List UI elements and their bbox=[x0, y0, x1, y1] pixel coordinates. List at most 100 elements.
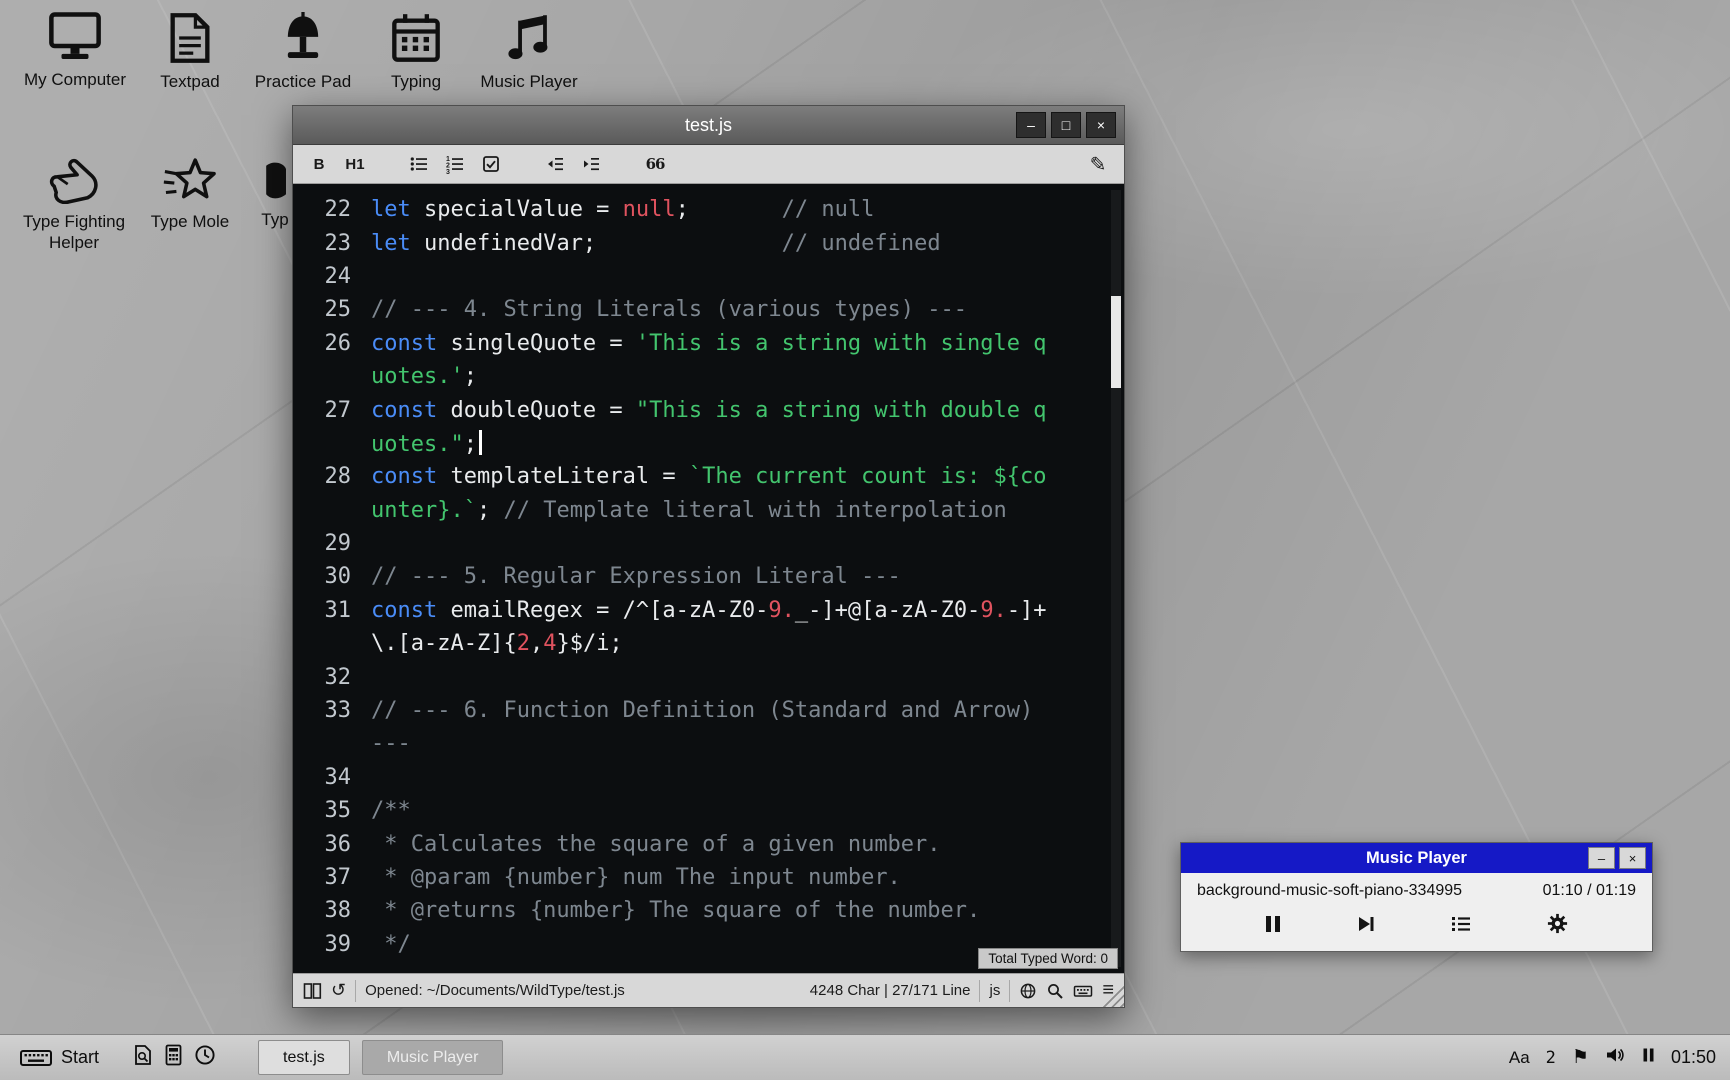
desktop: { "desktop": { "icons": [ {"label": "My … bbox=[0, 0, 1730, 1080]
start-button[interactable]: Start bbox=[14, 1044, 105, 1071]
music-player-window: Music Player – × background-music-soft-p… bbox=[1180, 842, 1653, 952]
bullet-list-button[interactable] bbox=[407, 151, 431, 177]
flag-icon[interactable]: ⚑ bbox=[1572, 1046, 1589, 1069]
desktop-icon-my-computer[interactable]: My Computer bbox=[20, 12, 130, 90]
taskbar-task-testjs[interactable]: test.js bbox=[258, 1040, 350, 1075]
code-row: 30// --- 5. Regular Expression Literal -… bbox=[307, 560, 1124, 593]
web-button[interactable] bbox=[1019, 982, 1037, 1000]
editor-statusbar: ↺ Opened: ~/Documents/WildType/test.js 4… bbox=[293, 973, 1124, 1007]
next-track-button[interactable] bbox=[1356, 914, 1376, 934]
code-text: \.[a-zA-Z]{2,4}$/i; bbox=[371, 631, 623, 656]
tray-pause-icon bbox=[1642, 1047, 1655, 1063]
search-button[interactable] bbox=[1046, 982, 1064, 1000]
line-number: 23 bbox=[307, 231, 351, 256]
code-row: 33// --- 6. Function Definition (Standar… bbox=[307, 694, 1124, 727]
next-track-icon bbox=[1356, 914, 1376, 934]
code-row: unter}.`; // Template literal with inter… bbox=[307, 494, 1124, 527]
code-row: 31const emailRegex = /^[a-zA-Z0-9._-]+@[… bbox=[307, 594, 1124, 627]
code-row: 22let specialValue = null; // null bbox=[307, 193, 1124, 226]
bold-button[interactable]: B bbox=[307, 151, 331, 177]
star-icon bbox=[161, 158, 219, 204]
close-button[interactable]: × bbox=[1619, 847, 1646, 869]
speaker-icon bbox=[1605, 1046, 1626, 1064]
statusbar-divider bbox=[1009, 980, 1010, 1002]
code-row: 32 bbox=[307, 660, 1124, 693]
settings-button[interactable] bbox=[1546, 912, 1569, 935]
code-text: /** bbox=[371, 798, 411, 823]
search-icon bbox=[1046, 982, 1064, 1000]
checklist-button[interactable] bbox=[479, 151, 503, 177]
code-row: 26const singleQuote = 'This is a string … bbox=[307, 327, 1124, 360]
outdent-button[interactable] bbox=[543, 151, 567, 177]
bullet-list-icon bbox=[409, 154, 429, 174]
desktop-icon-type-mole[interactable]: Type Mole bbox=[135, 158, 245, 232]
edit-mode-button[interactable]: ✎ bbox=[1086, 151, 1110, 177]
task-label: test.js bbox=[283, 1049, 325, 1067]
line-number: 32 bbox=[307, 665, 351, 690]
desktop-icon-typing[interactable]: Typing bbox=[361, 12, 471, 92]
heading1-button[interactable]: H1 bbox=[343, 151, 367, 177]
code-text: // --- 4. String Literals (various types… bbox=[371, 297, 967, 322]
code-editor[interactable]: 22let specialValue = null; // null23let … bbox=[293, 184, 1124, 973]
desktop-icon-label: Practice Pad bbox=[255, 71, 351, 92]
calculator-button[interactable] bbox=[165, 1044, 182, 1071]
desktop-icon-label: Music Player bbox=[480, 71, 577, 92]
line-number: 26 bbox=[307, 331, 351, 356]
close-button[interactable]: × bbox=[1086, 112, 1116, 138]
line-number: 22 bbox=[307, 197, 351, 222]
playlist-button[interactable] bbox=[1450, 914, 1472, 934]
indent-button[interactable] bbox=[579, 151, 603, 177]
history-button[interactable]: ↺ bbox=[331, 980, 346, 1001]
music-player-window-controls: – × bbox=[1588, 847, 1652, 869]
desktop-icon-label: Typing bbox=[391, 71, 441, 92]
calculator-icon bbox=[165, 1044, 182, 1066]
line-number: 36 bbox=[307, 832, 351, 857]
quick-launch bbox=[133, 1044, 216, 1071]
desktop-icon-label: Type Fighting Helper bbox=[8, 211, 140, 254]
minimize-button[interactable]: – bbox=[1588, 847, 1615, 869]
typed-word-badge: Total Typed Word: 0 bbox=[978, 948, 1118, 969]
document-icon bbox=[167, 12, 213, 64]
desktop-icon-practice-pad[interactable]: Practice Pad bbox=[248, 12, 358, 92]
keyboard-start-icon bbox=[20, 1049, 52, 1067]
statusbar-divider bbox=[979, 980, 980, 1002]
history-icon: ↺ bbox=[331, 980, 346, 1001]
desktop-icon-label: Textpad bbox=[160, 71, 220, 92]
system-tray: Aa 2 ⚑ 01:50 bbox=[1509, 1046, 1716, 1069]
editor-titlebar[interactable]: test.js – □ × bbox=[293, 106, 1124, 145]
code-text: const emailRegex = /^[a-zA-Z0-9._-]+@[a-… bbox=[371, 598, 1047, 623]
music-player-controls bbox=[1181, 900, 1652, 951]
text-size-indicator[interactable]: Aa bbox=[1509, 1048, 1530, 1068]
start-label: Start bbox=[61, 1047, 99, 1068]
volume-button[interactable] bbox=[1605, 1046, 1626, 1069]
indent-icon bbox=[581, 154, 601, 174]
code-row: uotes."; bbox=[307, 427, 1124, 460]
desktop-icon-textpad[interactable]: Textpad bbox=[135, 12, 245, 92]
code-row: \.[a-zA-Z]{2,4}$/i; bbox=[307, 627, 1124, 660]
numbered-list-button[interactable]: 1 2 3 bbox=[443, 151, 467, 177]
quote-button[interactable]: 66 bbox=[643, 151, 667, 177]
desktop-icon-label: My Computer bbox=[24, 69, 126, 90]
music-player-titlebar[interactable]: Music Player – × bbox=[1181, 843, 1652, 873]
desktop-icon-type-fighting-helper[interactable]: Type Fighting Helper bbox=[8, 158, 140, 254]
split-view-icon bbox=[303, 982, 322, 1000]
code-text: const templateLiteral = `The current cou… bbox=[371, 464, 1047, 489]
clock-button[interactable] bbox=[194, 1044, 216, 1071]
tray-pause-button[interactable] bbox=[1642, 1047, 1655, 1068]
file-search-button[interactable] bbox=[133, 1044, 153, 1071]
keyboard-button[interactable] bbox=[1073, 982, 1093, 1000]
code-text: uotes.'; bbox=[371, 364, 477, 389]
split-view-button[interactable] bbox=[303, 982, 322, 1000]
taskbar-task-music-player[interactable]: Music Player bbox=[362, 1040, 504, 1075]
keyboard-icon bbox=[1073, 982, 1093, 1000]
maximize-button[interactable]: □ bbox=[1051, 112, 1081, 138]
editor-scrollbar-thumb[interactable] bbox=[1111, 296, 1121, 388]
desktop-icon-music-player[interactable]: Music Player bbox=[474, 12, 584, 92]
line-number: 34 bbox=[307, 765, 351, 790]
minimize-button[interactable]: – bbox=[1016, 112, 1046, 138]
code-row: --- bbox=[307, 727, 1124, 760]
pause-button[interactable] bbox=[1264, 914, 1282, 934]
pencil-icon: ✎ bbox=[1090, 152, 1107, 177]
window-title: test.js bbox=[293, 115, 1124, 136]
count-indicator[interactable]: 2 bbox=[1546, 1048, 1556, 1068]
